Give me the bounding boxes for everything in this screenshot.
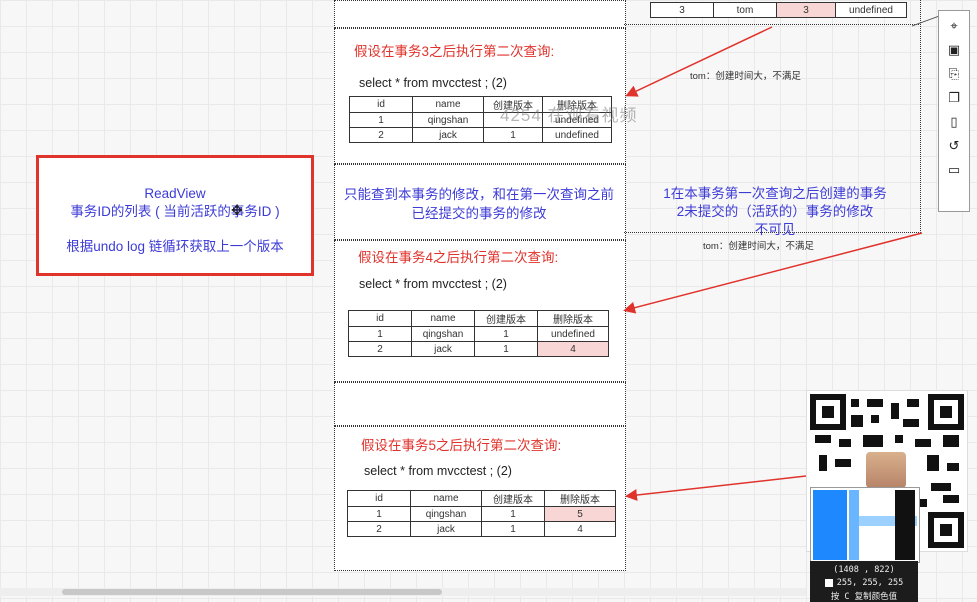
- table-header-row: id name 创建版本 删除版本: [347, 490, 616, 507]
- top-cell-delete: undefined: [835, 2, 907, 18]
- middle-note-line2: 已经提交的事务的修改: [411, 206, 547, 221]
- right-note-line2: 2未提交的（活跃的）事务的修改: [676, 204, 874, 219]
- block1-title: 假设在事务3之后执行第二次查询:: [354, 44, 555, 59]
- top-cell-id: 3: [650, 2, 714, 18]
- picker-coords: (1408 , 822): [833, 565, 895, 575]
- top-record-table: 3 tom 3 undefined: [650, 2, 907, 18]
- col-name: name: [412, 96, 484, 113]
- document-icon[interactable]: ▯: [946, 114, 962, 130]
- readview-line2: 根据undo log 链循环获取上一个版本: [66, 239, 284, 254]
- viewer-watermark: 4254 在观看视频: [500, 106, 638, 125]
- crosshair-icon[interactable]: ⌖: [946, 18, 962, 34]
- block2-title: 假设在事务4之后执行第二次查询:: [358, 250, 559, 265]
- block3-sql: select * from mvcctest ; (2): [364, 464, 512, 478]
- block1-sql: select * from mvcctest ; (2): [359, 76, 507, 90]
- top-cell-name: tom: [713, 2, 777, 18]
- scrollbar-thumb[interactable]: [62, 589, 442, 595]
- table-row: 2 jack 1 4: [348, 341, 609, 357]
- horizontal-scrollbar[interactable]: [0, 588, 806, 596]
- block3-table: id name 创建版本 删除版本 1 qingshan 1 5 2 jack …: [347, 490, 616, 537]
- tom-note-1: tom：创建时间大，不满足: [690, 71, 801, 82]
- readview-title: ReadView: [144, 186, 206, 201]
- avatar: [866, 452, 906, 488]
- tom-note-2: tom：创建时间大，不满足: [703, 241, 814, 252]
- table-row: 2 jack 1 undefined: [349, 127, 612, 143]
- right-note-line1: 1在本事务第一次查询之后创建的事务: [663, 186, 887, 201]
- right-toolbar: [938, 10, 970, 212]
- table-row: 2 jack 1 4: [347, 521, 616, 537]
- cursor-icon: ✥: [231, 202, 243, 218]
- readview-line1: 事务ID的列表 ( 当前活跃的事务ID ): [70, 204, 280, 219]
- top-cell-create: 3: [776, 2, 836, 18]
- right-note-line3: 不可见: [754, 222, 796, 237]
- block2-sql: select * from mvcctest ; (2): [359, 277, 507, 291]
- comment-icon[interactable]: ▭: [946, 162, 962, 178]
- image-icon[interactable]: ▣: [946, 42, 962, 58]
- middle-note-line1: 只能查到本事务的修改，和在第一次查询之前: [344, 187, 614, 202]
- color-picker-info: (1408 , 822) 255, 255, 255 按 C 复制颜色值: [810, 561, 918, 602]
- block3-title: 假设在事务5之后执行第二次查询:: [361, 438, 562, 453]
- picker-hint: 按 C 复制颜色值: [830, 592, 898, 602]
- picker-rgb: 255, 255, 255: [836, 578, 904, 588]
- table-header-row: id name 创建版本 删除版本: [348, 310, 609, 327]
- col-id: id: [349, 96, 413, 113]
- table-row: 1 qingshan 1 5: [347, 506, 616, 522]
- top-strip-box: [334, 0, 626, 28]
- picker-swatch: [824, 579, 833, 587]
- spacer-box: [334, 382, 626, 426]
- add-page-icon[interactable]: ⎘: [946, 66, 962, 82]
- copy-icon[interactable]: ❐: [946, 90, 962, 106]
- history-icon[interactable]: ↺: [946, 138, 962, 154]
- block2-table: id name 创建版本 删除版本 1 qingshan 1 undefined…: [348, 310, 609, 357]
- magnifier-preview: [810, 487, 920, 563]
- table-row: 1 qingshan 1 undefined: [348, 326, 609, 342]
